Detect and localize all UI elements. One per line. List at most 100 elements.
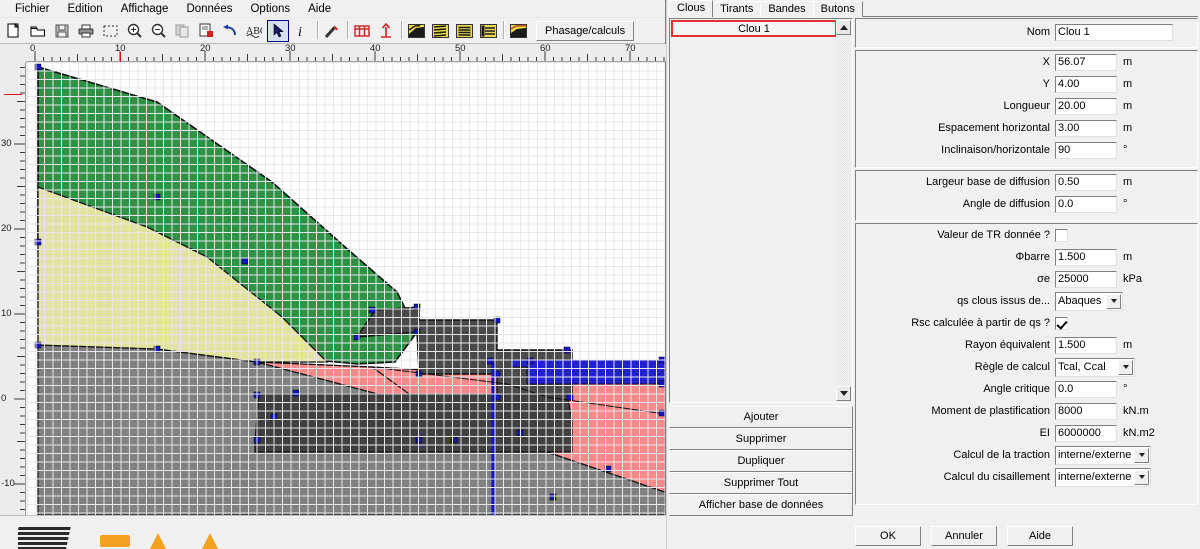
zoom-out-icon[interactable] xyxy=(147,19,169,42)
horizontal-ruler: 0 10 20 30 40 50 60 70 xyxy=(0,43,666,62)
sigma-e-input[interactable] xyxy=(1055,270,1117,288)
grid-table-icon[interactable] xyxy=(351,19,373,42)
ei-input[interactable] xyxy=(1055,424,1117,442)
select-rect-icon[interactable] xyxy=(99,19,121,42)
inclinaison-input[interactable] xyxy=(1055,141,1117,159)
arrow-up-icon[interactable] xyxy=(375,19,397,42)
unit-rayon-equivalent: m xyxy=(1123,339,1133,351)
phibarre-input[interactable] xyxy=(1055,248,1117,266)
field-row-largeur-diffusion: Largeur base de diffusion m xyxy=(856,171,1197,193)
supprimer-tout-button[interactable]: Supprimer Tout xyxy=(669,472,853,494)
angle-diffusion-input[interactable] xyxy=(1055,195,1117,213)
y-input[interactable] xyxy=(1055,75,1117,93)
label-espacement-horizontal: Espacement horizontal xyxy=(938,122,1050,134)
menu-affichage[interactable]: Affichage xyxy=(112,2,178,16)
undo-icon[interactable] xyxy=(219,19,241,42)
regle-de-calcul-value: Tcal, Ccal xyxy=(1058,361,1106,373)
toolbar-separator xyxy=(314,21,320,41)
pencil-icon[interactable] xyxy=(321,19,343,42)
label-largeur-base-diffusion: Largeur base de diffusion xyxy=(926,176,1050,188)
field-row-nom: Nom xyxy=(856,19,1197,45)
tab-bandes[interactable]: Bandes xyxy=(760,1,814,17)
scroll-down-icon[interactable] xyxy=(836,386,851,401)
rsc-calculee-checkbox[interactable] xyxy=(1055,316,1068,330)
ajouter-button[interactable]: Ajouter xyxy=(669,406,853,428)
pointer-arrow-icon[interactable] xyxy=(267,19,289,42)
new-document-icon[interactable] xyxy=(3,19,25,42)
nom-input[interactable] xyxy=(1055,23,1173,41)
ok-button[interactable]: OK xyxy=(855,526,921,546)
unit-largeur-diffusion: m xyxy=(1123,176,1133,188)
field-row-inclinaison: Inclinaison/horizontale ° xyxy=(856,139,1197,161)
tab-clous[interactable]: Clous xyxy=(669,0,714,17)
chevron-down-icon[interactable] xyxy=(1106,293,1121,309)
list-item[interactable]: Clou 1 xyxy=(671,20,837,37)
save-disk-icon[interactable] xyxy=(51,19,73,42)
list-scrollbar[interactable] xyxy=(836,20,851,401)
qs-clous-combo[interactable]: Abaques xyxy=(1055,291,1123,311)
chevron-down-icon[interactable] xyxy=(1118,359,1133,375)
supprimer-button[interactable]: Supprimer xyxy=(669,428,853,450)
field-row-rayon-equivalent: Rayon équivalent m xyxy=(856,334,1197,356)
spellcheck-icon[interactable]: ABC xyxy=(243,19,265,42)
zoom-in-icon[interactable] xyxy=(123,19,145,42)
label-angle-diffusion: Angle de diffusion xyxy=(962,198,1050,210)
export-icon[interactable] xyxy=(195,19,217,42)
menu-fichier[interactable]: Fichier xyxy=(6,2,59,16)
unit-longueur: m xyxy=(1123,100,1133,112)
valeur-tr-checkbox[interactable] xyxy=(1055,228,1068,242)
calcul-cisaillement-combo[interactable]: interne/externe xyxy=(1055,467,1151,487)
espacement-horizontal-input[interactable] xyxy=(1055,119,1117,137)
label-calcul-de-la-traction: Calcul de la traction xyxy=(953,449,1050,461)
scroll-up-icon[interactable] xyxy=(836,20,851,35)
longueur-input[interactable] xyxy=(1055,97,1117,115)
menu-edition[interactable]: Edition xyxy=(59,2,112,16)
calcul-traction-combo[interactable]: interne/externe xyxy=(1055,445,1151,465)
x-input[interactable] xyxy=(1055,53,1117,71)
list-lines-icon[interactable] xyxy=(453,19,475,42)
afficher-base-donnees-button[interactable]: Afficher base de données xyxy=(669,494,853,516)
phasage-calculs-button[interactable]: Phasage/calculs xyxy=(536,20,635,41)
group-diffusion: Largeur base de diffusion m Angle de dif… xyxy=(855,170,1198,221)
label-valeur-tr-donnee: Valeur de TR donnée ? xyxy=(937,229,1050,241)
open-folder-icon[interactable] xyxy=(27,19,49,42)
soil-layers-icon[interactable] xyxy=(405,19,427,42)
cross-section-drawing[interactable] xyxy=(27,62,665,515)
regle-de-calcul-combo[interactable]: Tcal, Ccal xyxy=(1055,357,1135,377)
phases-icon[interactable] xyxy=(507,19,529,42)
largeur-base-diffusion-input[interactable] xyxy=(1055,173,1117,191)
annuler-button[interactable]: Annuler xyxy=(931,526,997,546)
tab-butons[interactable]: Butons xyxy=(812,1,863,17)
rayon-equivalent-input[interactable] xyxy=(1055,336,1117,354)
label-rayon-equivalent: Rayon équivalent xyxy=(964,339,1050,351)
x-axis-tick-label: 60 xyxy=(540,43,551,54)
x-axis-tick-label: 50 xyxy=(455,43,466,54)
field-row-calcul-cisaillement: Calcul du cisaillement interne/externe xyxy=(856,466,1197,488)
field-row-angle-diffusion: Angle de diffusion ° xyxy=(856,193,1197,215)
angle-critique-input[interactable] xyxy=(1055,380,1117,398)
aide-button[interactable]: Aide xyxy=(1007,526,1073,546)
dupliquer-button[interactable]: Dupliquer xyxy=(669,450,853,472)
chevron-down-icon[interactable] xyxy=(1134,447,1149,463)
calcul-traction-value: interne/externe xyxy=(1058,449,1132,461)
label-sigma-e: σe xyxy=(1037,273,1050,285)
scrollbar-track[interactable] xyxy=(836,35,851,386)
print-icon[interactable] xyxy=(75,19,97,42)
bars-left-icon[interactable] xyxy=(477,19,499,42)
field-row-regle-calcul: Règle de calcul Tcal, Ccal xyxy=(856,356,1197,378)
copy-icon[interactable] xyxy=(171,19,193,42)
reinforcement-icon[interactable] xyxy=(429,19,451,42)
x-axis-tick-label: 30 xyxy=(285,43,296,54)
tab-tirants[interactable]: Tirants xyxy=(712,1,762,17)
chevron-down-icon[interactable] xyxy=(1134,469,1149,485)
y-axis-tick-label: 0 xyxy=(1,393,7,404)
info-icon[interactable]: i xyxy=(291,19,313,42)
menu-aide[interactable]: Aide xyxy=(299,2,340,16)
label-y: Y xyxy=(1042,78,1050,90)
moment-plastification-input[interactable] xyxy=(1055,402,1117,420)
calcul-cisaillement-value: interne/externe xyxy=(1058,471,1132,483)
field-row-valeur-tr: Valeur de TR donnée ? xyxy=(856,224,1197,246)
menu-options[interactable]: Options xyxy=(241,2,299,16)
clous-list[interactable]: Clou 1 xyxy=(671,20,837,401)
menu-donnees[interactable]: Données xyxy=(177,2,241,16)
